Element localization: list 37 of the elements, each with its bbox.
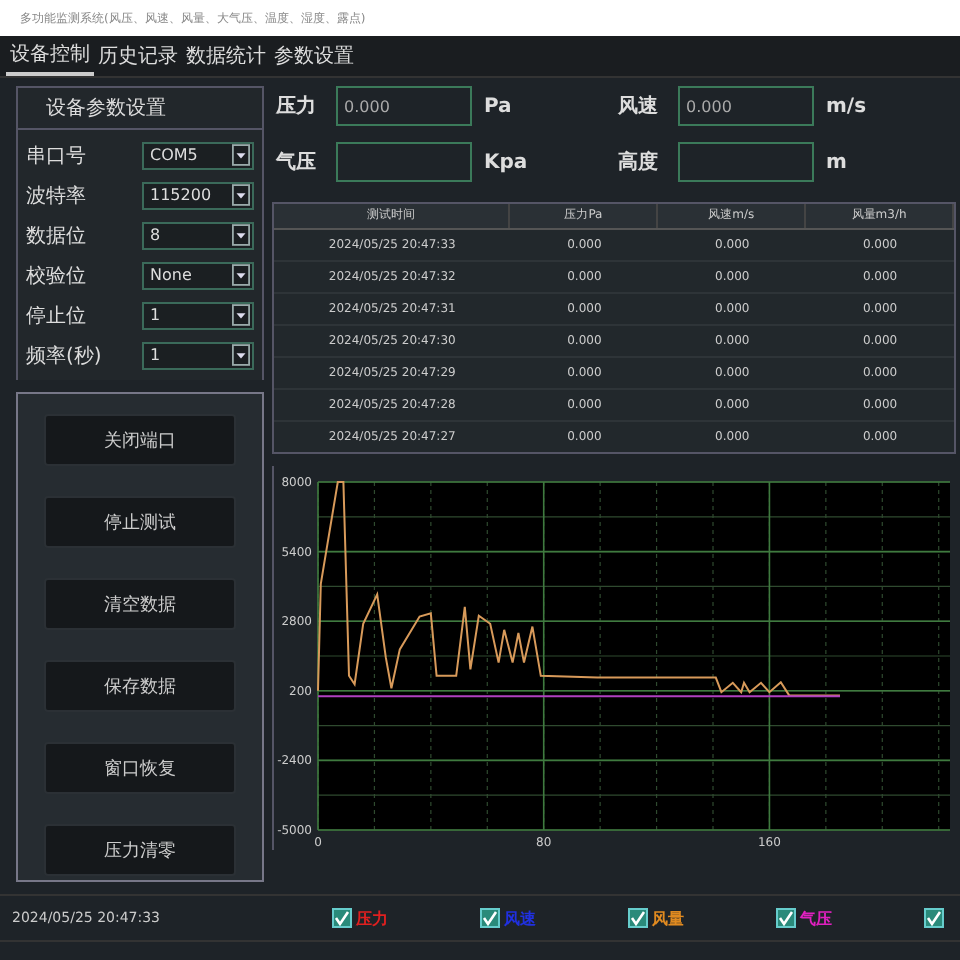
field-label: 压力 [276, 93, 318, 120]
menu-tab[interactable]: 数据统计 [182, 36, 270, 76]
menu-tab[interactable]: 参数设置 [270, 36, 358, 76]
unit-label: Kpa [484, 151, 528, 173]
dropdown[interactable]: None [142, 261, 254, 289]
panel-header: 设备参数设置 [16, 86, 264, 130]
input-field[interactable]: 0.000 [678, 86, 814, 126]
dropdown[interactable]: COM5 [142, 141, 254, 169]
action-button[interactable]: 关闭端口 [44, 414, 236, 466]
action-button[interactable]: 停止测试 [44, 496, 236, 548]
menu-tab[interactable]: 历史记录 [94, 36, 182, 76]
setting-label: 频率(秒) [26, 343, 102, 369]
action-button[interactable]: 压力清零 [44, 824, 236, 876]
setting-label: 波特率 [26, 183, 86, 209]
legend-label: 风量 [652, 907, 684, 929]
dropdown[interactable]: 1 [142, 341, 254, 369]
legend-label: 压力 [356, 907, 388, 929]
setting-label: 停止位 [26, 303, 86, 329]
setting-label: 串口号 [26, 143, 86, 169]
unit-label: Pa [484, 95, 512, 117]
dropdown[interactable]: 1 [142, 301, 254, 329]
action-button[interactable]: 保存数据 [44, 660, 236, 712]
setting-label: 数据位 [26, 223, 86, 249]
legend-label: 风速 [504, 907, 536, 929]
field-label: 高度 [618, 148, 660, 176]
menu-tab[interactable]: 设备控制 [6, 36, 94, 76]
legend-label: 气压 [800, 907, 832, 929]
action-button[interactable]: 清空数据 [44, 578, 236, 630]
input-field[interactable]: 0.000 [336, 86, 472, 126]
dropdown[interactable]: 8 [142, 221, 254, 249]
dropdown[interactable]: 115200 [142, 181, 254, 209]
unit-label: m [826, 151, 847, 173]
field-label: 气压 [276, 149, 318, 176]
field-label: 风速 [618, 93, 660, 120]
setting-label: 校验位 [26, 263, 86, 289]
unit-label: m/s [826, 95, 867, 117]
action-button[interactable]: 窗口恢复 [44, 742, 236, 794]
